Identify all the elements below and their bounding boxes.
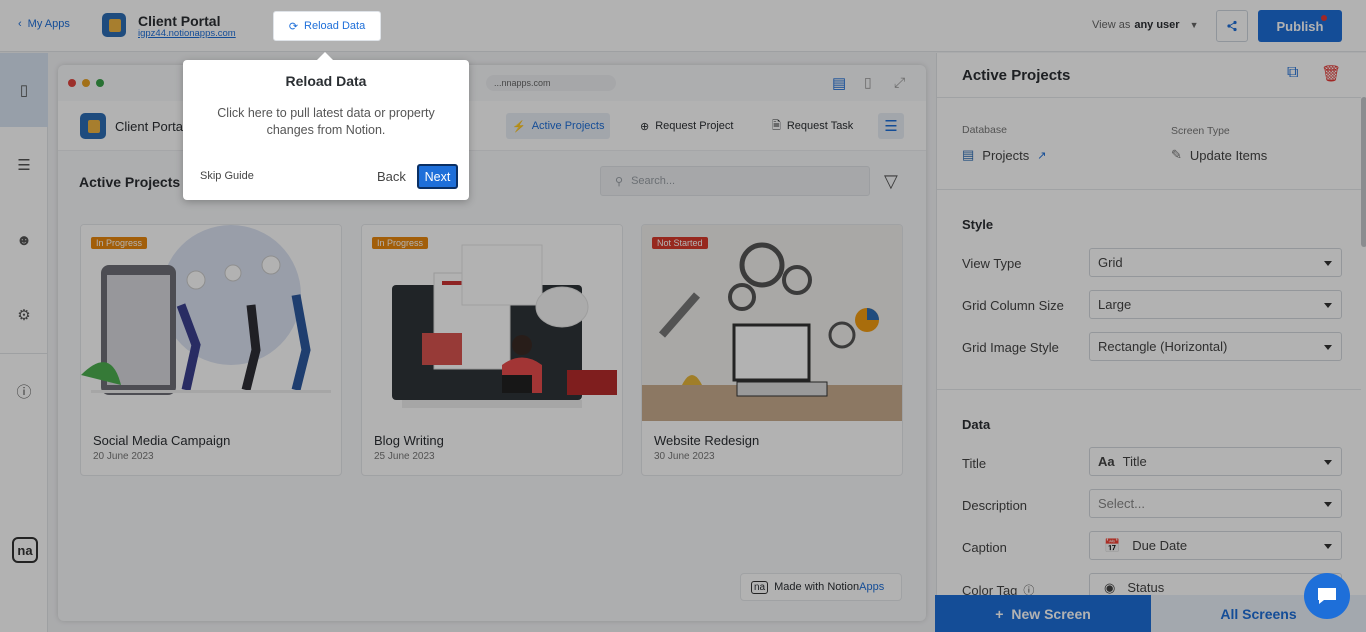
- skip-guide-button[interactable]: Skip Guide: [200, 170, 254, 182]
- tooltip-back-button[interactable]: Back: [377, 169, 406, 184]
- reload-data-button[interactable]: ⟳ Reload Data: [273, 11, 381, 41]
- tooltip-next-button[interactable]: Next: [417, 164, 458, 189]
- chat-support-button[interactable]: [1304, 573, 1350, 619]
- reload-data-label: Reload Data: [304, 20, 366, 32]
- guide-tooltip: Reload Data Click here to pull latest da…: [183, 52, 469, 200]
- tooltip-body: Click here to pull latest data or proper…: [217, 106, 435, 137]
- tooltip-title: Reload Data: [285, 73, 367, 89]
- chat-icon: [1318, 588, 1336, 604]
- refresh-icon: ⟳: [288, 20, 299, 33]
